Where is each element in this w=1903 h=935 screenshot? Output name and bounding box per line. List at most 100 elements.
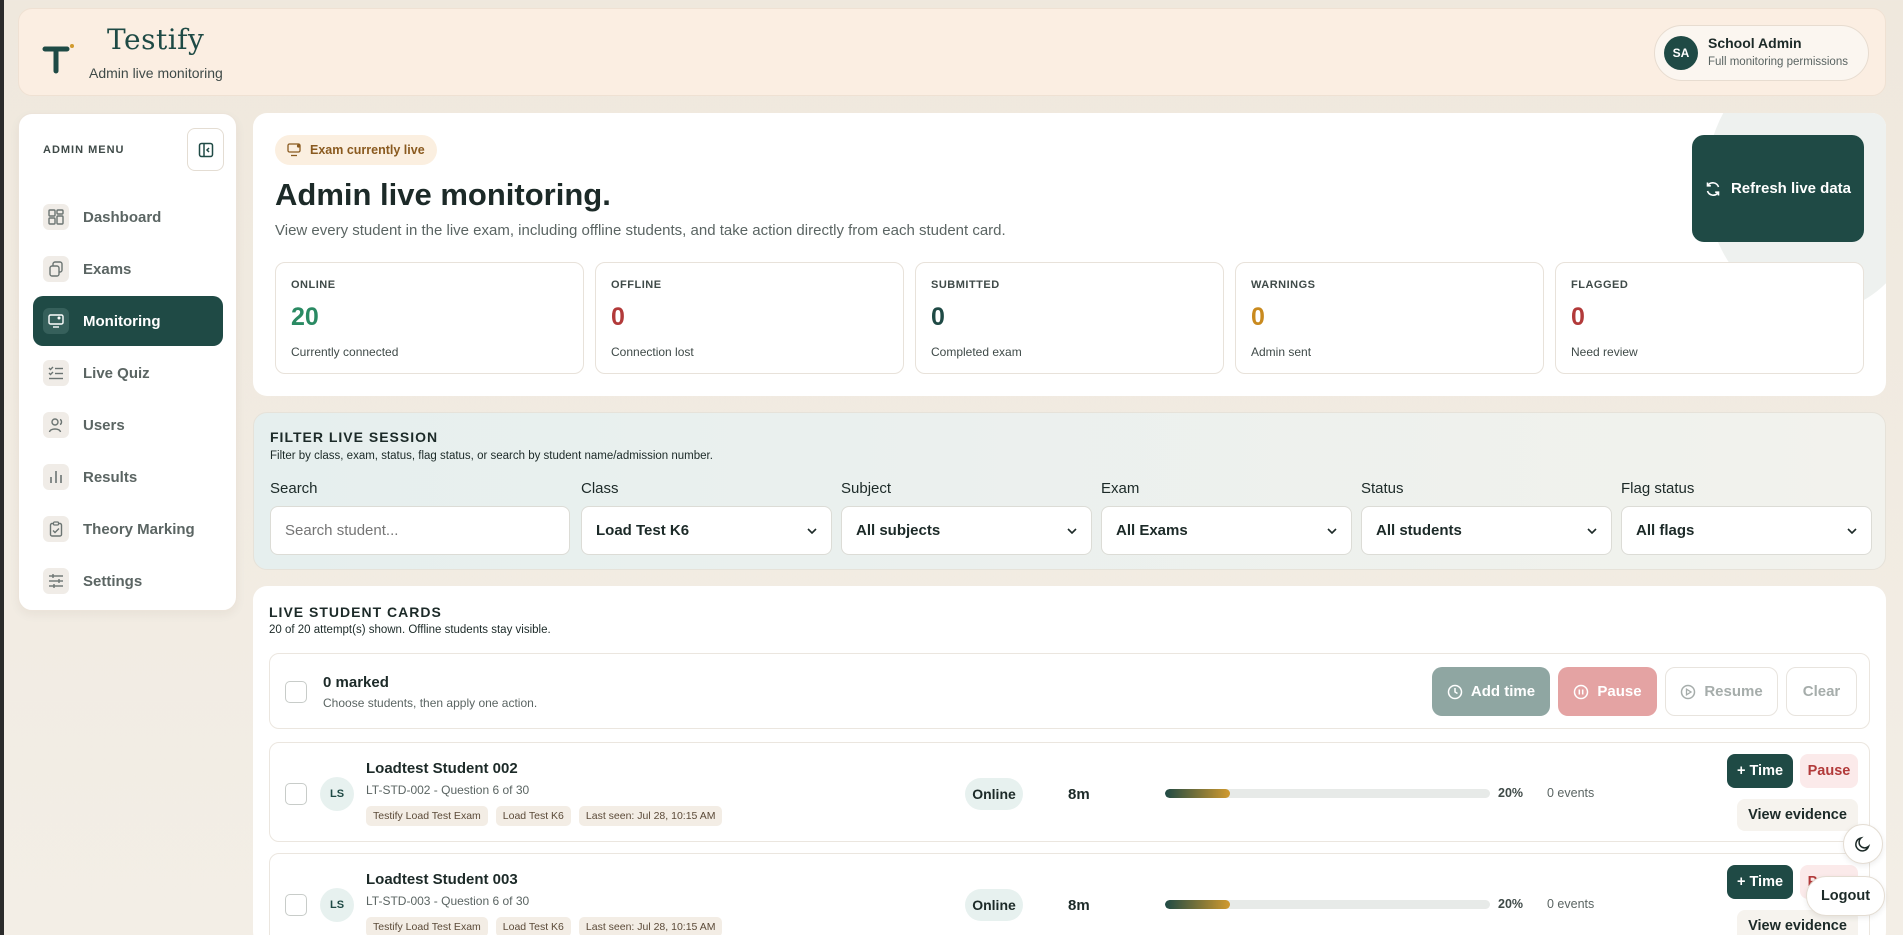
stat-value: 0 (611, 303, 625, 331)
bulk-pause-button[interactable]: Pause (1558, 667, 1657, 716)
flag-status-select[interactable]: All flags (1621, 506, 1872, 555)
stat-value: 0 (1571, 303, 1585, 331)
student-tags: Testify Load Test Exam Load Test K6 Last… (366, 806, 723, 826)
sidebar-item-settings[interactable]: Settings (33, 556, 223, 606)
clock-add-icon (1447, 684, 1463, 699)
stat-value: 20 (291, 303, 319, 331)
theme-toggle-button[interactable] (1843, 824, 1883, 864)
bulk-hint: Choose students, then apply one action. (323, 696, 538, 710)
class-select[interactable]: Load Test K6 (581, 506, 832, 555)
class-select-value: Load Test K6 (596, 522, 690, 539)
stat-caption: Completed exam (931, 345, 1022, 359)
chevron-down-icon (1067, 527, 1077, 534)
stat-label: WARNINGS (1251, 279, 1316, 291)
exam-tag: Testify Load Test Exam (366, 917, 488, 935)
chevron-down-icon (1327, 527, 1337, 534)
filter-subtitle: Filter by class, exam, status, flag stat… (270, 450, 713, 462)
avatar: SA (1664, 36, 1698, 70)
student-tags: Testify Load Test Exam Load Test K6 Last… (366, 917, 723, 935)
pause-student-button[interactable]: Pause (1800, 754, 1858, 788)
last-seen-tag: Last seen: Jul 28, 10:15 AM (578, 917, 723, 935)
student-meta: LT-STD-002 - Question 6 of 30 (366, 783, 530, 797)
class-label: Class (581, 480, 619, 497)
progress-bar (1165, 900, 1490, 909)
sidebar-item-users[interactable]: Users (33, 400, 223, 450)
sidebar-item-label: Exams (83, 260, 132, 278)
moon-icon (1855, 836, 1871, 852)
logout-button[interactable]: Logout (1806, 876, 1885, 916)
sidebar-item-monitoring[interactable]: Monitoring (33, 296, 223, 346)
view-evidence-button[interactable]: View evidence (1737, 799, 1858, 831)
time-remaining: 8m (1068, 786, 1090, 803)
sidebar-item-live-quiz[interactable]: Live Quiz (33, 348, 223, 398)
stat-value: 0 (1251, 303, 1265, 331)
sidebar-item-dashboard[interactable]: Dashboard (33, 192, 223, 242)
exams-icon (43, 256, 69, 282)
stat-card-online: ONLINE 20 Currently connected (275, 262, 584, 374)
brand-name: Testify (107, 23, 205, 56)
student-checkbox[interactable] (285, 783, 307, 805)
class-tag: Load Test K6 (495, 806, 571, 826)
users-icon (43, 412, 69, 438)
checklist-icon (43, 360, 69, 386)
filter-panel: FILTER LIVE SESSION Filter by class, exa… (253, 412, 1886, 570)
search-label: Search (270, 480, 318, 497)
refresh-live-data-button[interactable]: Refresh live data (1692, 135, 1864, 242)
bulk-clear-button[interactable]: Clear (1786, 667, 1857, 716)
sidebar-collapse-button[interactable] (187, 128, 224, 171)
refresh-icon (1706, 181, 1720, 196)
subject-label: Subject (841, 480, 892, 497)
add-time-button[interactable]: Add time (1432, 667, 1550, 716)
brand-subtitle: Admin live monitoring (89, 65, 223, 81)
sidebar-item-results[interactable]: Results (33, 452, 223, 502)
cards-subtitle: 20 of 20 attempt(s) shown. Offline stude… (269, 624, 551, 636)
sidebar-item-label: Settings (83, 572, 143, 590)
student-name: Loadtest Student 003 (366, 871, 518, 888)
student-name: Loadtest Student 002 (366, 760, 518, 777)
exam-select[interactable]: All Exams (1101, 506, 1352, 555)
exam-live-badge: Exam currently live (275, 135, 437, 165)
user-name: School Admin (1708, 35, 1802, 51)
event-count: 0 events (1547, 897, 1595, 911)
student-card: LS Loadtest Student 002 LT-STD-002 - Que… (269, 742, 1870, 842)
exam-live-badge-label: Exam currently live (310, 143, 425, 157)
stat-card-submitted: SUBMITTED 0 Completed exam (915, 262, 1224, 374)
progress-percent: 20% (1498, 786, 1524, 800)
student-checkbox[interactable] (285, 894, 307, 916)
bulk-resume-label: Resume (1704, 683, 1763, 700)
student-card: LS Loadtest Student 003 LT-STD-003 - Que… (269, 853, 1870, 935)
sidebar-item-label: Theory Marking (83, 520, 195, 538)
status-select[interactable]: All students (1361, 506, 1612, 555)
clipboard-icon (43, 516, 69, 542)
bulk-action-bar: 0 marked Choose students, then apply one… (269, 653, 1870, 729)
student-meta: LT-STD-003 - Question 6 of 30 (366, 894, 530, 908)
progress-fill (1165, 789, 1230, 798)
collapse-sidebar-icon (198, 142, 213, 157)
add-time-student-button[interactable]: + Time (1727, 865, 1793, 899)
stat-card-offline: OFFLINE 0 Connection lost (595, 262, 904, 374)
sidebar-title: ADMIN MENU (43, 144, 125, 156)
search-input[interactable] (285, 522, 555, 539)
search-field (270, 506, 570, 555)
sidebar-item-theory-marking[interactable]: Theory Marking (33, 504, 223, 554)
student-avatar: LS (320, 777, 354, 811)
user-profile-chip[interactable]: SA School Admin Full monitoring permissi… (1654, 25, 1869, 81)
status-label: Status (1361, 480, 1404, 497)
subject-select[interactable]: All subjects (841, 506, 1092, 555)
select-all-checkbox[interactable] (285, 681, 307, 703)
add-time-student-button[interactable]: + Time (1727, 754, 1793, 788)
bulk-resume-button[interactable]: Resume (1665, 667, 1778, 716)
exam-label: Exam (1101, 480, 1140, 497)
sidebar-item-exams[interactable]: Exams (33, 244, 223, 294)
student-avatar: LS (320, 888, 354, 922)
add-time-label: Add time (1470, 683, 1536, 700)
filter-title: FILTER LIVE SESSION (270, 429, 439, 445)
sidebar-item-label: Dashboard (83, 208, 162, 226)
status-badge: Online (965, 778, 1023, 810)
stat-label: OFFLINE (611, 279, 662, 291)
flag-status-label: Flag status (1621, 480, 1695, 497)
stat-value: 0 (931, 303, 945, 331)
status-select-value: All students (1376, 522, 1462, 539)
monitor-live-icon (287, 143, 301, 157)
class-tag: Load Test K6 (495, 917, 571, 935)
